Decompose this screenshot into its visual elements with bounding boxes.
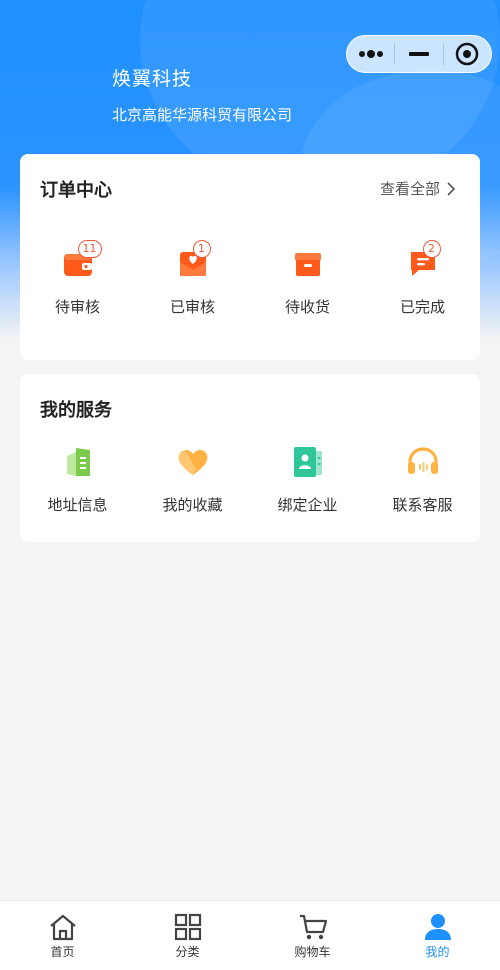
chevron-right-icon: [447, 181, 456, 196]
order-reviewed[interactable]: 1 已审核: [135, 240, 250, 317]
tab-label: 分类: [175, 945, 200, 959]
tab-label: 购物车: [294, 945, 331, 959]
enterprise-contact-icon: [293, 447, 322, 477]
headset-icon: [407, 447, 438, 474]
box-icon: [294, 253, 321, 276]
more-button[interactable]: [347, 36, 394, 72]
address-book-icon: [66, 448, 90, 476]
service-bind-enterprise[interactable]: 绑定企业: [250, 444, 365, 515]
view-all-label: 查看全部: [379, 180, 440, 198]
minimize-icon: [408, 52, 429, 56]
order-center-title: 订单中心: [40, 180, 112, 201]
order-badge: 1: [192, 240, 211, 258]
service-label: 地址信息: [47, 496, 108, 514]
company-name: 焕翼科技: [112, 68, 193, 90]
company-subtitle: 北京高能华源科贸有限公司: [112, 106, 293, 124]
tab-category[interactable]: 分类: [125, 901, 250, 970]
home-icon: [49, 914, 76, 941]
order-status-label: 已完成: [399, 298, 445, 316]
order-pending-receipt[interactable]: 待收货: [250, 246, 365, 317]
tab-home[interactable]: 首页: [0, 901, 125, 970]
order-badge: 11: [77, 240, 102, 258]
minimize-button[interactable]: [395, 36, 442, 72]
cart-icon: [299, 914, 327, 940]
user-icon: [424, 914, 451, 940]
order-pending-review[interactable]: 11 待审核: [20, 240, 135, 317]
tab-cart[interactable]: 购物车: [250, 901, 375, 970]
tab-mine[interactable]: 我的: [375, 901, 500, 970]
service-contact-support[interactable]: 联系客服: [365, 444, 480, 515]
mini-program-capsule: [346, 35, 492, 73]
bottom-tab-bar: 首页 分类 购物车 我的: [0, 900, 500, 970]
my-services-title: 我的服务: [40, 400, 112, 421]
order-status-label: 待收货: [284, 298, 330, 316]
service-favorites[interactable]: 我的收藏: [135, 444, 250, 515]
service-label: 绑定企业: [277, 496, 338, 514]
order-badge: 2: [422, 240, 441, 258]
target-close-icon: [456, 42, 479, 66]
grid-icon: [174, 913, 201, 941]
view-all-orders-link[interactable]: 查看全部: [380, 178, 458, 199]
order-status-label: 已审核: [169, 298, 215, 316]
more-dots-icon: [358, 50, 383, 58]
tab-label: 我的: [425, 945, 450, 959]
heart-icon: [178, 449, 207, 475]
service-label: 我的收藏: [162, 496, 223, 514]
service-label: 联系客服: [392, 496, 453, 514]
services-grid: 地址信息 我的收藏 绑定企业 联系客服: [20, 444, 480, 515]
service-address[interactable]: 地址信息: [20, 444, 135, 515]
order-status-grid: 11 待审核 1 已审核 待收货 2 已完成: [20, 240, 480, 317]
order-status-label: 待审核: [54, 298, 100, 316]
order-completed[interactable]: 2 已完成: [365, 240, 480, 317]
close-button[interactable]: [444, 36, 491, 72]
tab-label: 首页: [50, 945, 75, 959]
